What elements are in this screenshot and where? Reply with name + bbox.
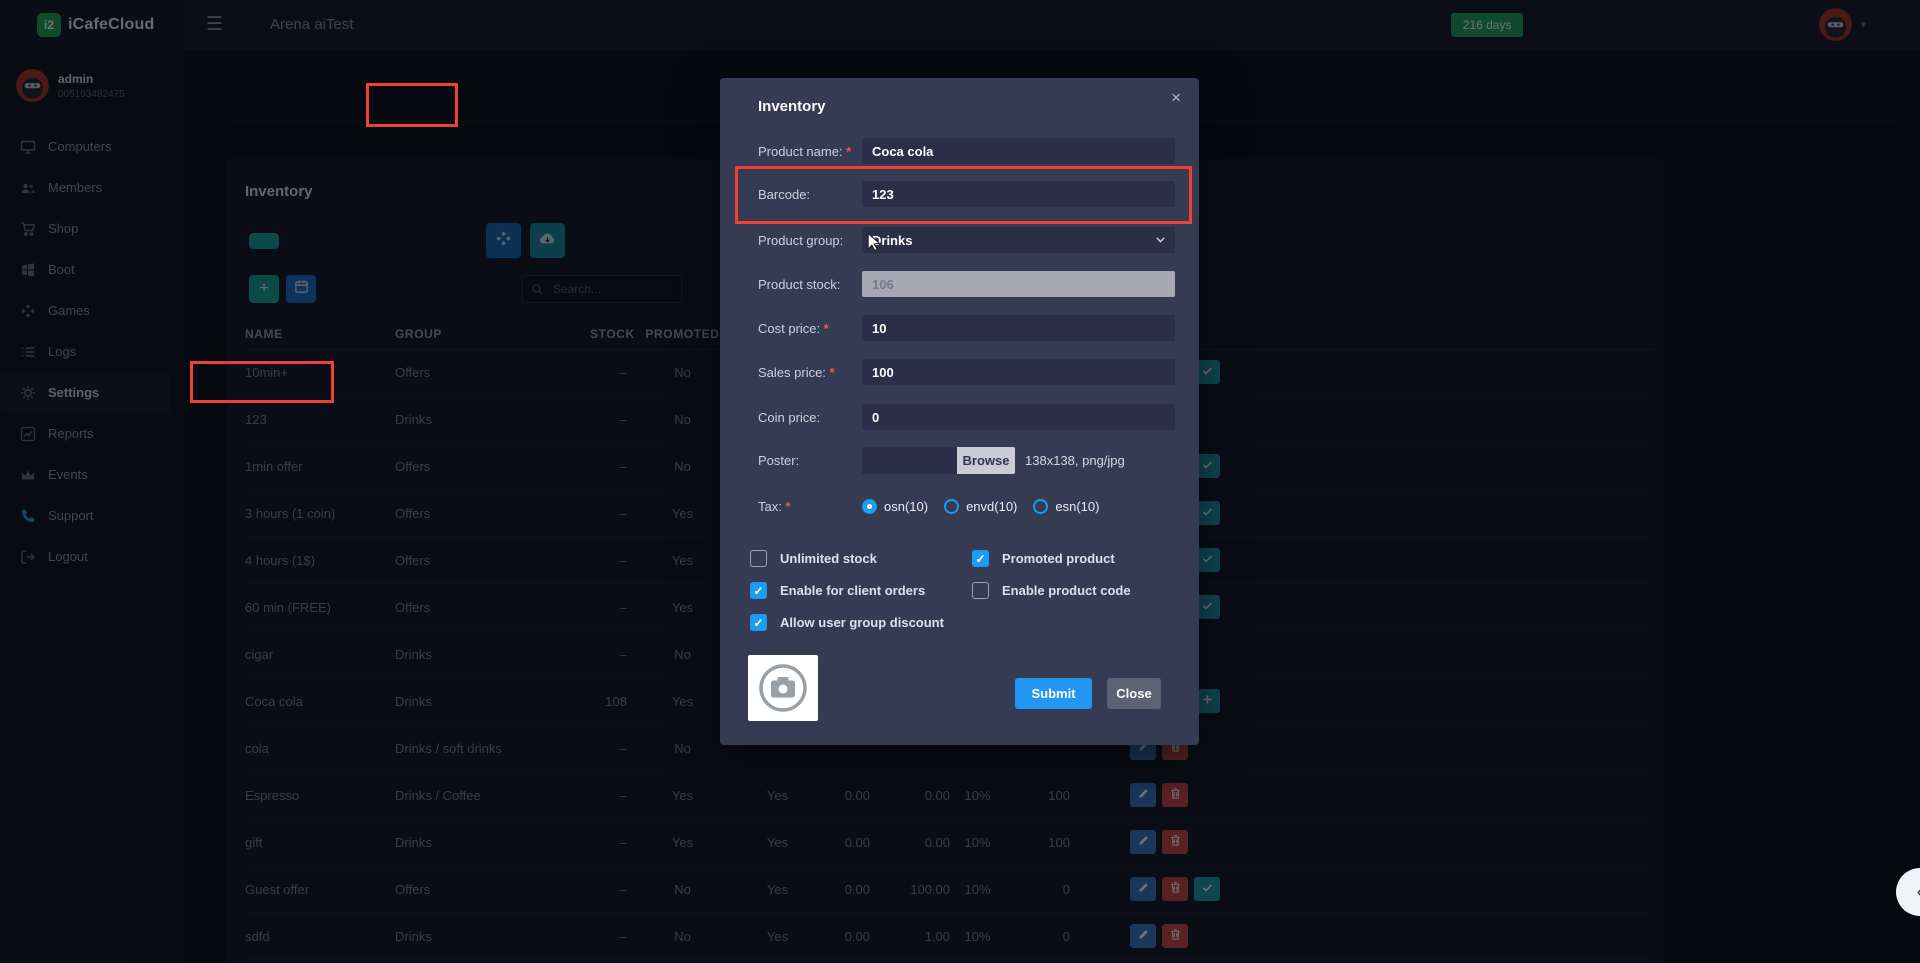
checkbox-row[interactable]: Promoted product: [972, 550, 1131, 567]
checkbox-icon: [750, 582, 767, 599]
field-tax: Tax: osn(10) envd(10) esn(10): [758, 499, 1115, 514]
checkbox-row[interactable]: Enable for client orders: [750, 582, 944, 599]
tax-option-label: esn(10): [1055, 499, 1099, 514]
radio-icon: [944, 499, 959, 514]
poster-label: Poster:: [758, 453, 862, 468]
poster-hint: 138x138, png/jpg: [1025, 453, 1125, 468]
cost-price-label: Cost price:: [758, 321, 862, 336]
product-group-label: Product group:: [758, 233, 862, 248]
barcode-label: Barcode:: [758, 187, 862, 202]
product-group-select[interactable]: Drinks: [862, 227, 1175, 253]
modal-title: Inventory: [758, 98, 826, 115]
field-barcode: Barcode:: [758, 181, 1175, 207]
field-poster: Poster: Browse 138x138, png/jpg: [758, 447, 1125, 474]
tax-radio-option[interactable]: envd(10): [944, 499, 1017, 514]
checkbox-icon: [972, 582, 989, 599]
field-product-name: Product name:: [758, 138, 1175, 164]
checkbox-label: Enable product code: [1002, 582, 1131, 598]
product-name-input[interactable]: [862, 138, 1175, 164]
product-name-label: Product name:: [758, 144, 862, 159]
checkboxes-left: Unlimited stock Enable for client orders…: [750, 550, 944, 646]
inventory-modal: Inventory × Product name: Barcode: Produ…: [720, 78, 1199, 745]
poster-thumbnail: [748, 655, 818, 721]
radio-icon: [862, 499, 877, 514]
tax-radio-option[interactable]: osn(10): [862, 499, 928, 514]
checkboxes-right: Promoted product Enable product code: [972, 550, 1131, 614]
checkbox-row[interactable]: Unlimited stock: [750, 550, 944, 567]
checkbox-row[interactable]: Allow user group discount: [750, 614, 944, 631]
checkbox-icon: [972, 550, 989, 567]
tax-label: Tax:: [758, 499, 862, 514]
checkbox-row[interactable]: Enable product code: [972, 582, 1131, 599]
product-stock-label: Product stock:: [758, 277, 862, 292]
field-product-group: Product group: Drinks: [758, 227, 1175, 253]
cost-price-input[interactable]: [862, 315, 1175, 341]
tax-radio-option[interactable]: esn(10): [1033, 499, 1099, 514]
radio-icon: [1033, 499, 1048, 514]
field-sales-price: Sales price:: [758, 359, 1175, 385]
coin-price-input[interactable]: [862, 404, 1175, 430]
checkbox-icon: [750, 614, 767, 631]
modal-close-icon[interactable]: ×: [1171, 88, 1181, 108]
sales-price-input[interactable]: [862, 359, 1175, 385]
checkbox-label: Unlimited stock: [780, 550, 877, 566]
product-stock-input: [862, 271, 1175, 297]
barcode-input[interactable]: [862, 181, 1175, 207]
field-cost-price: Cost price:: [758, 315, 1175, 341]
checkbox-label: Promoted product: [1002, 550, 1115, 566]
checkbox-label: Enable for client orders: [780, 582, 925, 598]
checkbox-label: Allow user group discount: [780, 614, 944, 630]
browse-button[interactable]: Browse: [957, 447, 1015, 474]
app-root: i2 iCafeCloud ☰ Arena aiTest 216 days ▾ …: [0, 0, 1920, 963]
sales-price-label: Sales price:: [758, 365, 862, 380]
chevron-down-icon: [1154, 233, 1167, 246]
checkbox-icon: [750, 550, 767, 567]
coin-price-label: Coin price:: [758, 410, 862, 425]
tax-option-label: envd(10): [966, 499, 1017, 514]
tax-option-label: osn(10): [884, 499, 928, 514]
submit-button[interactable]: Submit: [1015, 678, 1092, 709]
close-button[interactable]: Close: [1107, 678, 1161, 709]
field-product-stock: Product stock:: [758, 271, 1175, 297]
poster-file-input[interactable]: [862, 447, 957, 474]
field-coin-price: Coin price:: [758, 404, 1175, 430]
product-group-value: Drinks: [872, 233, 912, 248]
